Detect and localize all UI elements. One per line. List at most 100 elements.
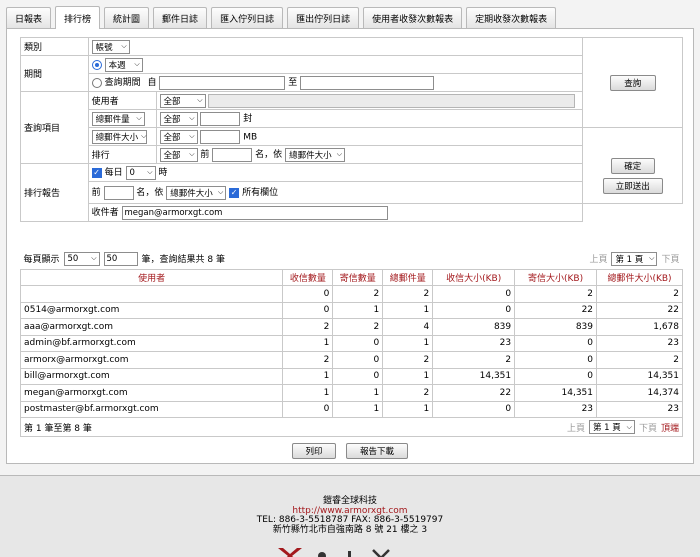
cell-sent-size: 22	[514, 301, 598, 319]
period-end-input[interactable]	[300, 75, 435, 90]
query-items-label: 查詢項目	[20, 91, 89, 164]
mail-size-field-select[interactable]: 總郵件大小 ⌵	[91, 129, 147, 144]
report-count-input[interactable]	[103, 185, 134, 200]
results-table: 每頁顯示 50 ⌵ 50 筆，查詢結果共 8 筆 上頁 第 1 頁 ⌵ 下頁 使用者…	[19, 249, 683, 437]
cell-user: postmaster@bf.armorxgt.com	[19, 400, 284, 418]
chevron-down-icon: ⌵	[141, 132, 147, 140]
cell-received-count: 0	[282, 285, 334, 303]
rank-count-input[interactable]	[212, 147, 253, 162]
rank-order-select[interactable]: 總郵件大小 ⌵	[285, 147, 346, 162]
cell-sent-size: 14,351	[514, 384, 598, 402]
col-total-size: 總郵件大小(KB)	[596, 268, 683, 286]
period-start-input[interactable]	[159, 75, 286, 90]
per-page-select[interactable]: 50 ⌵	[63, 251, 100, 266]
table-row: 0514@armorxgt.com 0 1 1 0 22 22	[19, 301, 683, 319]
daily-hour-select[interactable]: 0 ⌵	[125, 165, 156, 180]
cell-sent-count: 2	[332, 318, 384, 336]
cell-received-size: 0	[432, 301, 516, 319]
table-row: postmaster@bf.armorxgt.com 0 1 1 0 23 23	[19, 400, 683, 418]
prev-page-link-bottom[interactable]: 上頁	[567, 421, 585, 434]
category-select[interactable]: 帳號 ⌵	[91, 39, 130, 54]
all-fields-checkbox[interactable]: ✓	[229, 187, 240, 198]
tab-periodic-send-receive-report[interactable]: 定期收發次數報表	[466, 7, 557, 28]
print-button[interactable]: 列印	[292, 443, 336, 459]
period-preset-radio[interactable]	[91, 59, 102, 70]
to-label: 至	[288, 78, 298, 89]
tab-mail-log[interactable]: 郵件日誌	[153, 7, 208, 28]
user-label: 使用者	[87, 91, 157, 110]
cell-user: bill@armorxgt.com	[19, 367, 284, 385]
cell-received-size: 0	[432, 400, 516, 418]
tab-export-queue-log[interactable]: 匯出佇列日誌	[287, 7, 360, 28]
main-panel: 類別 帳號 ⌵ 查詢 期間 本週 ⌵ 查詢期間 自 至 查詢項目 使用者 全部 …	[6, 28, 694, 464]
cell-received-size: 22	[432, 384, 516, 402]
query-form: 類別 帳號 ⌵ 查詢 期間 本週 ⌵ 查詢期間 自 至 查詢項目 使用者 全部 …	[20, 37, 683, 222]
all-fields-label: 所有欄位	[242, 188, 279, 199]
table-row: armorx@armorxgt.com 2 0 2 2 0 2	[19, 351, 683, 369]
col-received-size: 收信大小(KB)	[432, 268, 516, 286]
tab-statistics-chart[interactable]: 統計圖	[104, 7, 150, 28]
page-select-bottom[interactable]: 第 1 頁 ⌵	[588, 420, 635, 434]
user-input[interactable]	[208, 93, 576, 108]
prev-page-link[interactable]: 上頁	[589, 252, 607, 265]
cell-sent-size: 839	[514, 318, 598, 336]
cell-received-size: 23	[432, 334, 516, 352]
col-sent-size: 寄信大小(KB)	[514, 268, 598, 286]
cell-received-count: 0	[282, 301, 334, 319]
mail-count-input[interactable]	[200, 111, 241, 126]
cell-sent-count: 1	[332, 384, 384, 402]
top-link[interactable]: 頂端	[661, 421, 679, 434]
col-sent-count: 寄信數量	[332, 268, 384, 286]
cell-total-size: 22	[596, 301, 683, 319]
query-button[interactable]: 查詢	[609, 74, 656, 91]
table-row: aaa@armorxgt.com 2 2 4 839 839 1,678	[19, 318, 683, 336]
hour-unit: 時	[158, 168, 168, 179]
page-select-top[interactable]: 第 1 頁 ⌵	[611, 251, 658, 266]
cell-received-size: 839	[432, 318, 516, 336]
cell-sent-count: 0	[332, 351, 384, 369]
table-header-row: 使用者 收信數量 寄信數量 總郵件量 收信大小(KB) 寄信大小(KB) 總郵件…	[19, 268, 683, 286]
download-report-button[interactable]: 報告下載	[346, 443, 408, 459]
chevron-down-icon: ⌵	[626, 422, 632, 431]
tab-daily-report[interactable]: 日報表	[6, 7, 52, 28]
chevron-down-icon: ⌵	[121, 42, 127, 50]
confirm-button[interactable]: 確定	[610, 157, 655, 174]
cell-received-count: 0	[282, 400, 334, 418]
cell-total-count: 1	[382, 301, 434, 319]
mail-size-scope-select[interactable]: 全部 ⌵	[159, 129, 198, 144]
query-period-radio[interactable]	[91, 77, 102, 88]
mail-count-field-select[interactable]: 總郵件量 ⌵	[91, 111, 145, 126]
tab-import-queue-log[interactable]: 匯入佇列日誌	[211, 7, 284, 28]
result-summary: 筆，查詢結果共 8 筆	[141, 255, 225, 266]
cell-total-size: 14,351	[596, 367, 683, 385]
cell-sent-count: 0	[332, 334, 384, 352]
mail-size-input[interactable]	[200, 129, 241, 144]
company-logo	[278, 546, 428, 557]
table-row: megan@armorxgt.com 1 1 2 22 14,351 14,37…	[19, 384, 683, 402]
user-scope-select[interactable]: 全部 ⌵	[159, 93, 206, 108]
rank-label: 排行	[87, 145, 157, 164]
recipient-input[interactable]: megan@armorxgt.com	[121, 205, 388, 220]
cell-total-count: 1	[382, 367, 434, 385]
cell-received-count: 2	[282, 318, 334, 336]
cell-received-count: 1	[282, 367, 334, 385]
tab-ranking[interactable]: 排行榜	[55, 6, 101, 29]
next-page-link-bottom[interactable]: 下頁	[639, 421, 657, 434]
cell-total-size: 23	[596, 334, 683, 352]
tab-bar: 日報表 排行榜 統計圖 郵件日誌 匯入佇列日誌 匯出佇列日誌 使用者收發次數報表…	[6, 6, 560, 29]
mail-count-scope-select[interactable]: 全部 ⌵	[159, 111, 198, 126]
col-total-count: 總郵件量	[382, 268, 434, 286]
tab-user-send-receive-report[interactable]: 使用者收發次數報表	[363, 7, 463, 28]
per-page-input[interactable]: 50	[103, 251, 138, 266]
col-received-count: 收信數量	[282, 268, 334, 286]
next-page-link[interactable]: 下頁	[661, 252, 679, 265]
cell-received-count: 1	[282, 384, 334, 402]
send-now-button[interactable]: 立即送出	[602, 177, 663, 194]
period-preset-select[interactable]: 本週 ⌵	[104, 57, 143, 72]
cell-total-count: 2	[382, 285, 434, 303]
chevron-down-icon: ⌵	[136, 114, 142, 122]
cell-total-size: 2	[596, 351, 683, 369]
report-order-select[interactable]: 總郵件大小 ⌵	[166, 185, 227, 200]
rank-scope-select[interactable]: 全部 ⌵	[159, 147, 198, 162]
daily-checkbox[interactable]: ✓	[91, 167, 102, 178]
